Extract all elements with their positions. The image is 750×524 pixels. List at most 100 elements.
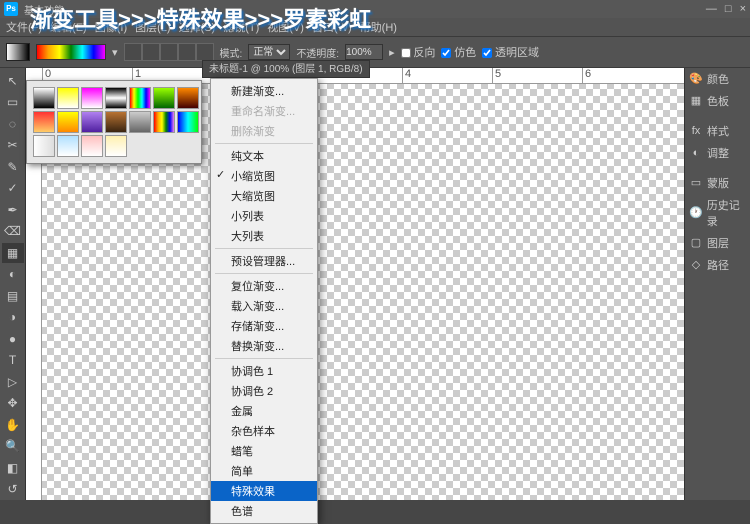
- maximize-button[interactable]: □: [725, 3, 732, 15]
- dock-样式[interactable]: fx样式: [685, 120, 750, 142]
- tool-5[interactable]: ✓: [2, 179, 24, 199]
- tool-18[interactable]: ◧: [2, 458, 24, 478]
- dock-蒙版[interactable]: ▭蒙版: [685, 172, 750, 194]
- ctx-small-thumb[interactable]: 小缩览图: [211, 166, 317, 186]
- opacity-input[interactable]: [345, 44, 383, 60]
- ctx-spectrum[interactable]: 色谱: [211, 501, 317, 521]
- tool-12[interactable]: ●: [2, 329, 24, 349]
- tool-2[interactable]: ◌: [2, 114, 24, 134]
- tool-4[interactable]: ✎: [2, 157, 24, 177]
- ctx-load[interactable]: 载入渐变...: [211, 296, 317, 316]
- gradient-presets-flyout: [26, 80, 202, 164]
- tool-1[interactable]: ▭: [2, 93, 24, 113]
- gradient-swatch-2[interactable]: [81, 87, 103, 109]
- dock-icon: fx: [689, 124, 703, 138]
- menu-filter[interactable]: 滤镜(T): [221, 19, 261, 35]
- gradient-swatch-1[interactable]: [57, 87, 79, 109]
- menu-image[interactable]: 图像(I): [93, 19, 129, 35]
- transparency-check[interactable]: 透明区域: [482, 44, 539, 60]
- ctx-metal[interactable]: 金属: [211, 401, 317, 421]
- gradient-swatch-11[interactable]: [129, 111, 151, 133]
- dock-图层[interactable]: ▢图层: [685, 232, 750, 254]
- gradient-swatch-8[interactable]: [57, 111, 79, 133]
- ctx-noise[interactable]: 杂色样本: [211, 421, 317, 441]
- dock-路径[interactable]: ◇路径: [685, 254, 750, 276]
- gradient-picker[interactable]: [36, 44, 106, 60]
- gradient-preview[interactable]: [6, 43, 30, 61]
- gradient-swatch-5[interactable]: [153, 87, 175, 109]
- tool-0[interactable]: ↖: [2, 71, 24, 91]
- ctx-preset-manager[interactable]: 预设管理器...: [211, 251, 317, 271]
- gradient-context-menu: 新建渐变... 重命名渐变... 删除渐变 纯文本 小缩览图 大缩览图 小列表 …: [210, 78, 318, 524]
- ctx-save[interactable]: 存储渐变...: [211, 316, 317, 336]
- ctx-special-effects[interactable]: 特殊效果: [211, 481, 317, 501]
- gradient-swatch-7[interactable]: [33, 111, 55, 133]
- dock-色板[interactable]: ▦色板: [685, 90, 750, 112]
- gradient-swatch-10[interactable]: [105, 111, 127, 133]
- ctx-text-only[interactable]: 纯文本: [211, 146, 317, 166]
- dock-icon: ▦: [689, 94, 703, 108]
- ctx-large-thumb[interactable]: 大缩览图: [211, 186, 317, 206]
- menu-layer[interactable]: 图层(L): [133, 19, 172, 35]
- tool-17[interactable]: 🔍: [2, 437, 24, 457]
- dock-颜色[interactable]: 🎨颜色: [685, 68, 750, 90]
- tool-7[interactable]: ⌫: [2, 222, 24, 242]
- ctx-delete-gradient: 删除渐变: [211, 121, 317, 141]
- tool-3[interactable]: ✂: [2, 136, 24, 156]
- document-tab[interactable]: 未标题-1 @ 100% (图层 1, RGB/8): [202, 60, 370, 78]
- ctx-harmonics1[interactable]: 协调色 1: [211, 361, 317, 381]
- ctx-small-list[interactable]: 小列表: [211, 206, 317, 226]
- reverse-check[interactable]: 反向: [401, 44, 436, 60]
- ctx-large-list[interactable]: 大列表: [211, 226, 317, 246]
- dock-icon: ▭: [689, 176, 703, 190]
- tool-11[interactable]: ◑: [2, 308, 24, 328]
- tool-19[interactable]: ↺: [2, 480, 24, 500]
- menu-edit[interactable]: 编辑(E): [48, 19, 89, 35]
- gradient-swatch-15[interactable]: [57, 135, 79, 157]
- gradient-radial[interactable]: [142, 43, 160, 61]
- dock-调整[interactable]: ◐调整: [685, 142, 750, 164]
- dock-icon: 🎨: [689, 72, 703, 86]
- close-button[interactable]: ×: [740, 3, 746, 15]
- gradient-angle[interactable]: [160, 43, 178, 61]
- dither-check[interactable]: 仿色: [441, 44, 476, 60]
- tool-14[interactable]: ▷: [2, 372, 24, 392]
- panel-dock: 🎨颜色▦色板 fx样式◐调整 ▭蒙版🕐历史记录▢图层◇路径: [684, 68, 750, 500]
- gradient-swatch-13[interactable]: [177, 111, 199, 133]
- gradient-swatch-3[interactable]: [105, 87, 127, 109]
- tool-15[interactable]: ✥: [2, 394, 24, 414]
- ctx-reset[interactable]: 复位渐变...: [211, 276, 317, 296]
- workspace-label[interactable]: 基本功能: [24, 2, 64, 17]
- gradient-swatch-14[interactable]: [33, 135, 55, 157]
- ctx-pastel[interactable]: 蜡笔: [211, 441, 317, 461]
- ctx-simple[interactable]: 简单: [211, 461, 317, 481]
- ctx-new-gradient[interactable]: 新建渐变...: [211, 81, 317, 101]
- tool-10[interactable]: ▤: [2, 286, 24, 306]
- minimize-button[interactable]: —: [706, 3, 717, 15]
- dock-历史记录[interactable]: 🕐历史记录: [685, 194, 750, 232]
- dock-icon: ▢: [689, 236, 703, 250]
- menu-file[interactable]: 文件(F): [4, 19, 44, 35]
- tool-6[interactable]: ✒: [2, 200, 24, 220]
- gradient-linear[interactable]: [124, 43, 142, 61]
- gradient-diamond[interactable]: [196, 43, 214, 61]
- gradient-swatch-4[interactable]: [129, 87, 151, 109]
- menu-select[interactable]: 选择(S): [177, 19, 218, 35]
- gradient-swatch-9[interactable]: [81, 111, 103, 133]
- menu-help[interactable]: 帮助(H): [358, 19, 399, 35]
- gradient-swatch-16[interactable]: [81, 135, 103, 157]
- mode-select[interactable]: 正常: [248, 44, 290, 60]
- tool-16[interactable]: ✋: [2, 415, 24, 435]
- gradient-reflected[interactable]: [178, 43, 196, 61]
- gradient-swatch-6[interactable]: [177, 87, 199, 109]
- tool-13[interactable]: T: [2, 351, 24, 371]
- ctx-harmonics2[interactable]: 协调色 2: [211, 381, 317, 401]
- menu-view[interactable]: 视图(V): [265, 19, 306, 35]
- gradient-swatch-0[interactable]: [33, 87, 55, 109]
- menu-window[interactable]: 窗口(W): [310, 19, 354, 35]
- tool-9[interactable]: ◐: [2, 265, 24, 285]
- tool-8[interactable]: ▦: [2, 243, 24, 263]
- ctx-replace[interactable]: 替换渐变...: [211, 336, 317, 356]
- gradient-swatch-17[interactable]: [105, 135, 127, 157]
- gradient-swatch-12[interactable]: [153, 111, 175, 133]
